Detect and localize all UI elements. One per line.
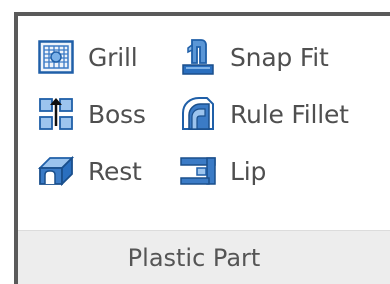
plastic-part-panel: Grill Snap Fit Boss Rule Fillet Rest Lip… [14, 12, 390, 284]
snap-fit-label: Snap Fit [230, 42, 329, 72]
rule-fillet-label: Rule Fillet [230, 99, 349, 129]
panel-footer: Plastic Part [18, 230, 390, 284]
boss-button[interactable]: Boss [36, 92, 146, 136]
panel-title: Plastic Part [127, 243, 261, 272]
grill-icon [36, 37, 76, 77]
lip-icon [178, 151, 218, 191]
boss-label: Boss [88, 99, 146, 129]
lip-label: Lip [230, 156, 267, 186]
snap-fit-icon [178, 37, 218, 77]
boss-icon [36, 94, 76, 134]
rule-fillet-icon [178, 94, 218, 134]
rest-button[interactable]: Rest [36, 149, 142, 193]
lip-button[interactable]: Lip [178, 149, 266, 193]
rest-icon [36, 151, 76, 191]
grill-label: Grill [88, 42, 138, 72]
snap-fit-button[interactable]: Snap Fit [178, 35, 329, 79]
grill-button[interactable]: Grill [36, 35, 138, 79]
rest-label: Rest [88, 156, 142, 186]
rule-fillet-button[interactable]: Rule Fillet [178, 92, 349, 136]
